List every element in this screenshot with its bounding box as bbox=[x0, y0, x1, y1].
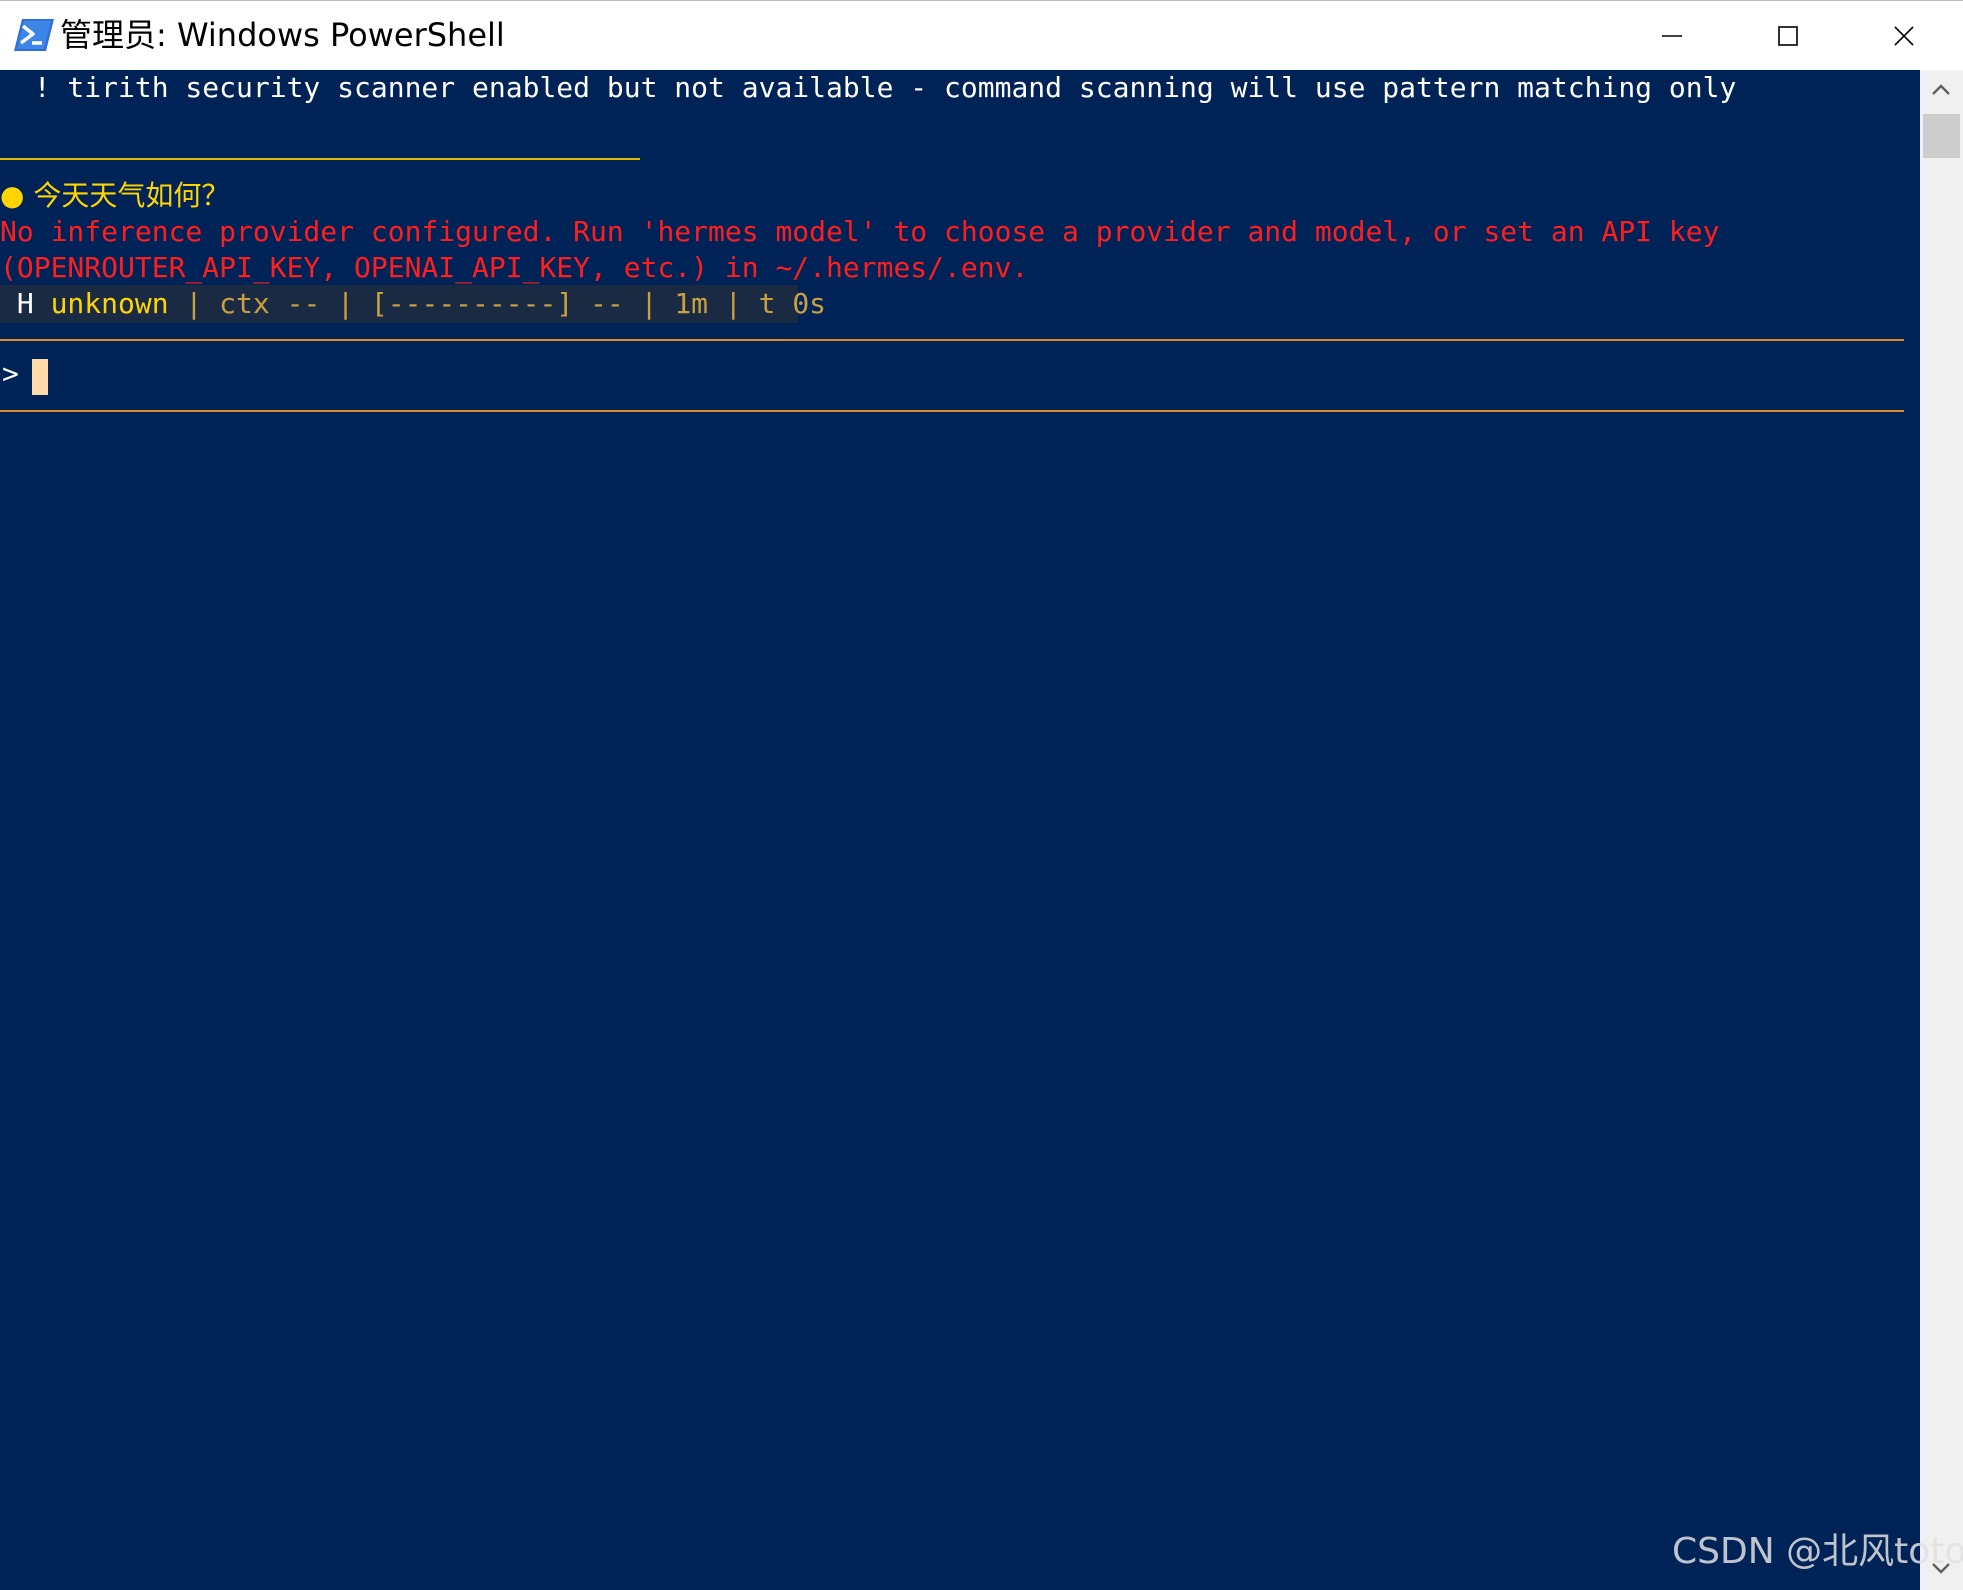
powershell-window: 管理员: Windows PowerShell ! tirith securit… bbox=[0, 0, 1963, 1590]
status-model: unknown bbox=[50, 287, 169, 320]
close-icon bbox=[1894, 26, 1914, 46]
prompt-symbol: > bbox=[2, 357, 19, 390]
powershell-icon[interactable] bbox=[14, 17, 54, 53]
scroll-up-arrow-icon bbox=[1932, 84, 1950, 95]
status-bar: H unknown | ctx -- | [----------] -- | 1… bbox=[0, 285, 826, 323]
error-line: (OPENROUTER_API_KEY, OPENAI_API_KEY, etc… bbox=[0, 251, 1029, 284]
input-bottom-rule bbox=[0, 410, 1904, 412]
vertical-scrollbar[interactable] bbox=[1920, 70, 1963, 1590]
window-title: 管理员: Windows PowerShell bbox=[60, 16, 505, 54]
question-text: 今天天气如何？ bbox=[33, 179, 230, 212]
title-bar[interactable]: 管理员: Windows PowerShell bbox=[0, 0, 1963, 70]
user-question-line: ● 今天天气如何？ bbox=[0, 178, 229, 214]
console-output[interactable]: ! tirith security scanner enabled but no… bbox=[0, 70, 1920, 1590]
scanner-warning-line: ! tirith security scanner enabled but no… bbox=[0, 71, 1737, 104]
minimize-icon bbox=[1662, 35, 1682, 37]
scroll-thumb[interactable] bbox=[1923, 114, 1960, 158]
status-h-label: H bbox=[0, 287, 51, 320]
close-button[interactable] bbox=[1846, 1, 1962, 71]
error-line: No inference provider configured. Run 'h… bbox=[0, 215, 1720, 248]
text-cursor[interactable] bbox=[32, 359, 48, 395]
maximize-button[interactable] bbox=[1730, 1, 1846, 71]
status-details: | ctx -- | [----------] -- | 1m | t 0s bbox=[168, 287, 843, 320]
input-top-rule bbox=[0, 339, 1904, 341]
maximize-icon bbox=[1778, 26, 1798, 46]
scroll-up-button[interactable] bbox=[1920, 70, 1963, 112]
divider bbox=[0, 158, 640, 160]
minimize-button[interactable] bbox=[1614, 1, 1730, 71]
watermark: CSDN @北风toto bbox=[1672, 1531, 1963, 1572]
bullet-icon: ● bbox=[0, 179, 34, 212]
